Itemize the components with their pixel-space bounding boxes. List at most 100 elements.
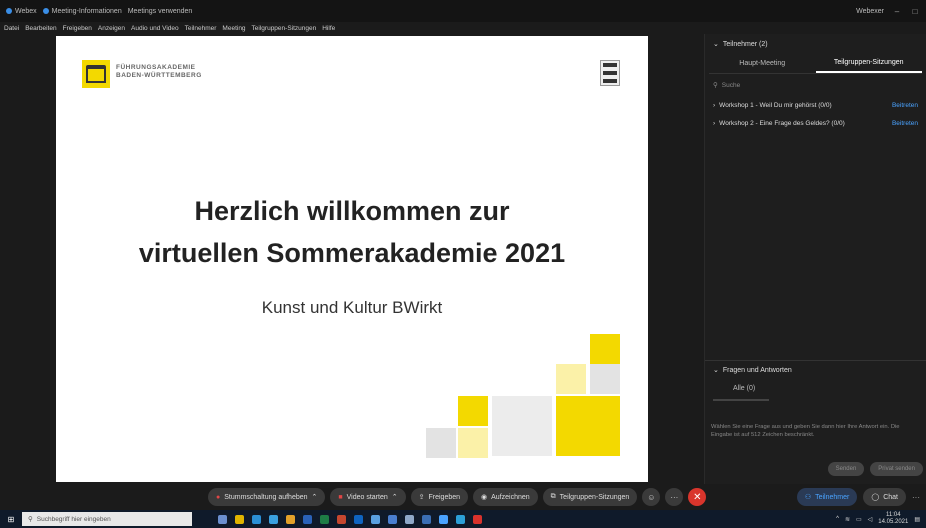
qa-header[interactable]: ⌄ Fragen und Antworten: [705, 361, 926, 379]
word-icon[interactable]: [303, 514, 312, 524]
share-label: Freigeben: [428, 493, 461, 501]
volume-icon[interactable]: ◁: [868, 516, 873, 523]
network-icon[interactable]: ≋: [845, 516, 850, 523]
tab-main-meeting[interactable]: Haupt-Meeting: [709, 54, 816, 73]
more-icon[interactable]: ···: [665, 488, 684, 506]
qa-title: Fragen und Antworten: [722, 366, 792, 374]
academy-logo: [82, 60, 110, 88]
powerpoint-icon[interactable]: [337, 514, 346, 524]
search-icon: ⚲: [28, 516, 33, 523]
notification-icon[interactable]: ▤: [914, 516, 920, 523]
record-label: Aufzeichnen: [491, 493, 530, 501]
video-off-icon: ■: [338, 493, 343, 501]
menu-help[interactable]: Hilfe: [322, 25, 335, 32]
participants-header[interactable]: ⌄ Teilnehmer (2): [705, 34, 926, 54]
more-options-icon[interactable]: ···: [912, 493, 920, 502]
system-tray: ^ ≋ ▭ ◁ 11:04 14.05.2021 ▤: [836, 512, 926, 526]
chevron-down-icon: ⌄: [713, 367, 719, 374]
menu-share[interactable]: Freigeben: [63, 25, 92, 32]
deco-square: [492, 396, 552, 456]
explorer-icon[interactable]: [235, 514, 244, 524]
excel-icon[interactable]: [320, 514, 329, 524]
battery-icon[interactable]: ▭: [856, 516, 862, 523]
tab-breakout[interactable]: Teilgruppen-Sitzungen: [815, 54, 922, 73]
person-icon: ⚇: [804, 494, 812, 501]
deco-square: [458, 428, 488, 458]
webex-taskbar-icon[interactable]: [439, 514, 448, 524]
chat-button[interactable]: ◯ Chat: [863, 488, 906, 506]
menu-bar: Datei Bearbeiten Freigeben Anzeigen Audi…: [0, 22, 700, 34]
acrobat-icon[interactable]: [473, 514, 482, 524]
chevron-up-icon[interactable]: ^: [836, 516, 839, 522]
chat-label: Chat: [883, 493, 898, 501]
webex-window: Webex Meeting-Informationen Meetings ver…: [0, 0, 926, 528]
task-view-icon[interactable]: [218, 514, 227, 524]
chevron-down-icon: ⌄: [713, 41, 719, 48]
menu-edit[interactable]: Bearbeiten: [25, 25, 56, 32]
search-placeholder: Suche: [721, 81, 741, 89]
taskbar-search-placeholder: Suchbegriff hier eingeben: [36, 515, 111, 523]
app-name: Webex: [15, 7, 37, 15]
content-stage: FÜHRUNGSAKADEMIE BADEN-WÜRTTEMBERG Herzl…: [0, 34, 702, 484]
share-button[interactable]: ⇪ Freigeben: [410, 488, 469, 506]
qa-tab-all[interactable]: Alle (0): [733, 379, 926, 397]
windows-start-icon[interactable]: ⊞: [0, 515, 22, 524]
participants-count: Teilnehmer (2): [722, 40, 768, 48]
send-button[interactable]: Senden: [827, 462, 865, 476]
app-icon[interactable]: [371, 514, 380, 524]
tab-extra[interactable]: Meetings verwenden: [128, 8, 193, 15]
app-icon[interactable]: [422, 514, 431, 524]
state-crest-icon: [600, 60, 620, 86]
ie-icon[interactable]: [269, 514, 278, 524]
outlook-icon[interactable]: [354, 514, 363, 524]
chrome-icon[interactable]: [286, 514, 295, 524]
deco-square: [590, 364, 620, 394]
deco-square: [426, 428, 456, 458]
menu-meeting[interactable]: Meeting: [222, 25, 245, 32]
clock-time: 11:04: [886, 512, 901, 518]
share-icon: ⇪: [418, 494, 425, 501]
taskbar-clock[interactable]: 11:04 14.05.2021: [878, 512, 908, 526]
academy-name: FÜHRUNGSAKADEMIE BADEN-WÜRTTEMBERG: [116, 64, 202, 80]
building-icon: [86, 65, 106, 83]
tab-meeting-info[interactable]: Meeting-Informationen: [42, 7, 122, 15]
teams-icon[interactable]: [388, 514, 397, 524]
app-title[interactable]: Webex: [6, 8, 37, 15]
unmute-button[interactable]: ● Stummschaltung aufheben ⌃: [208, 488, 326, 506]
app-icon[interactable]: [456, 514, 465, 524]
search-input[interactable]: ⚲ Suche: [713, 78, 918, 92]
taskbar-search-input[interactable]: ⚲ Suchbegriff hier eingeben: [22, 512, 192, 526]
search-icon: ⚲: [713, 82, 718, 89]
tab-meeting-info-label: Meeting-Informationen: [51, 7, 122, 15]
clock-date: 14.05.2021: [878, 519, 909, 525]
slide-subtitle: Kunst und Kultur BWirkt: [261, 298, 443, 317]
chevron-right-icon: ›: [713, 119, 716, 127]
app-icon[interactable]: [405, 514, 414, 524]
leave-meeting-button[interactable]: ✕: [688, 488, 707, 506]
reactions-icon[interactable]: ☺: [642, 488, 661, 506]
breakout-room[interactable]: › Workshop 1 - Weil Du mir gehörst (0/0)…: [705, 96, 926, 114]
menu-view[interactable]: Anzeigen: [98, 25, 125, 32]
side-panel: ⌄ Teilnehmer (2) Haupt-Meeting Teilgrupp…: [704, 34, 926, 484]
send-private-button[interactable]: Privat senden: [870, 462, 923, 476]
participants-button[interactable]: ⚇ Teilnehmer: [796, 488, 858, 506]
user-name[interactable]: Webexer: [856, 8, 884, 15]
breakout-room[interactable]: › Workshop 2 - Eine Frage des Geldes? (0…: [705, 114, 926, 132]
academy-name-line1: FÜHRUNGSAKADEMIE: [116, 64, 196, 71]
menu-breakout[interactable]: Teilgruppen-Sitzungen: [252, 25, 317, 32]
menu-file[interactable]: Datei: [4, 25, 19, 32]
maximize-icon[interactable]: □: [910, 7, 920, 16]
join-button[interactable]: Beitreten: [892, 120, 918, 127]
record-icon: ◉: [481, 494, 488, 501]
start-video-button[interactable]: ■ Video starten ⌃: [330, 488, 406, 506]
join-button[interactable]: Beitreten: [892, 102, 918, 109]
minimize-icon[interactable]: –: [892, 7, 902, 16]
unmute-label: Stummschaltung aufheben: [224, 493, 308, 501]
breakout-button[interactable]: ⧉ Teilgruppen-Sitzungen: [542, 488, 638, 506]
deco-square: [458, 396, 488, 426]
record-button[interactable]: ◉ Aufzeichnen: [473, 488, 538, 506]
menu-participants[interactable]: Teilnehmer: [185, 25, 217, 32]
edge-icon[interactable]: [252, 514, 261, 524]
deco-square: [590, 334, 620, 364]
menu-audio-video[interactable]: Audio und Video: [131, 25, 179, 32]
